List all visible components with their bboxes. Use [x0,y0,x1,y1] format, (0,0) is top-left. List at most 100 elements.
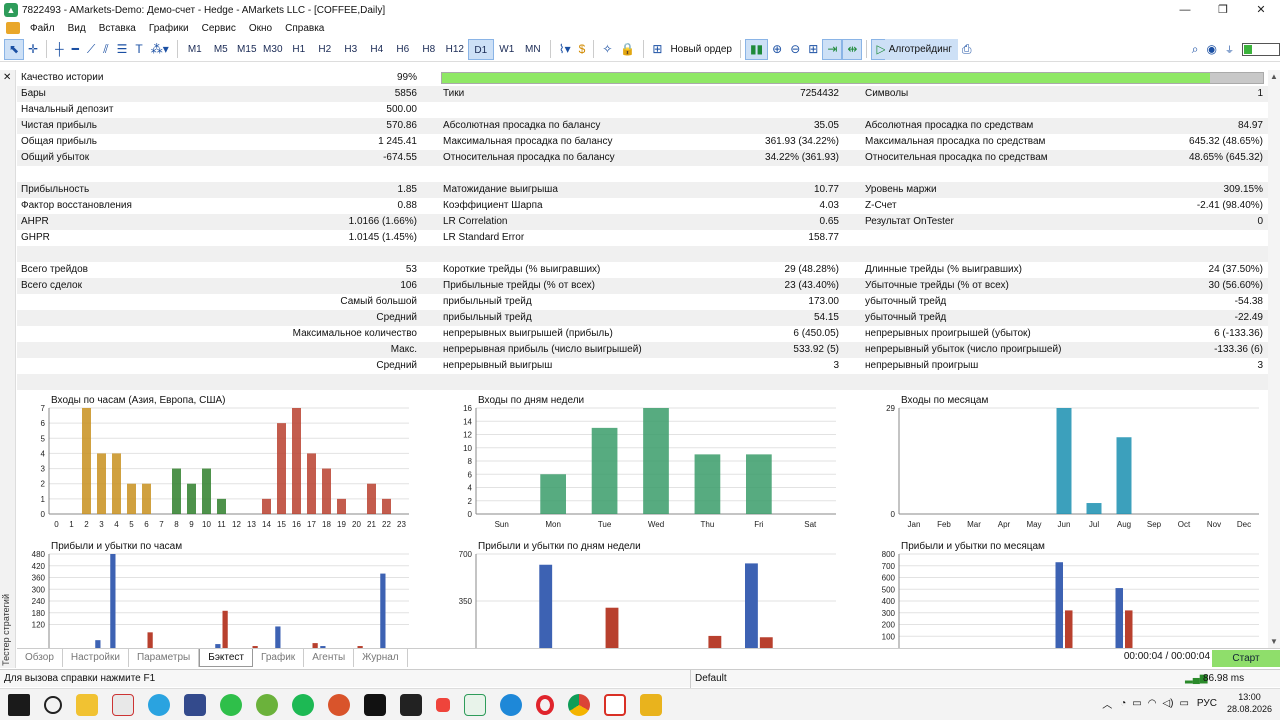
volume-icon[interactable]: ◁) [1162,698,1173,709]
zoom-in-icon[interactable]: ⊕ [768,39,786,60]
search-icon[interactable]: ⌕ [1188,39,1203,60]
file-explorer-icon[interactable] [76,693,98,716]
network-icon[interactable]: ◔ [1120,698,1126,709]
stat-value: 6 (450.05) [793,328,839,339]
cursor-icon[interactable]: ⬉ [4,38,25,60]
algotrading-button[interactable]: Алготрейдинг [884,38,958,60]
telegram-icon[interactable] [148,693,170,716]
x-tick-label: 11 [217,520,226,529]
tf-h1[interactable]: H1 [286,39,312,60]
menu-file[interactable]: Файл [26,23,64,34]
tf-h2[interactable]: H2 [312,39,338,60]
autoscroll-icon[interactable]: ⇥ [822,38,843,60]
bar [1056,408,1072,514]
paint-icon[interactable] [112,693,134,716]
amarkets-terminal-icon[interactable] [464,693,486,716]
text-tool-icon[interactable]: T [131,39,146,60]
tf-h8[interactable]: H8 [416,39,442,60]
menu-tools[interactable]: Сервис [198,23,245,34]
chrome-icon[interactable] [568,693,590,716]
crosshair-icon[interactable]: ✛ [24,39,42,60]
account-icon[interactable]: ◉ [1203,39,1221,60]
tab-overview[interactable]: Обзор [17,649,63,667]
menu-view[interactable]: Вид [64,23,95,34]
tab-agents[interactable]: Агенты [304,649,355,667]
menu-window[interactable]: Окно [245,23,281,34]
monitor-app-icon[interactable] [184,693,206,716]
stat-label: непрерывный убыток (число проигрышей) [865,344,1062,355]
market-icon[interactable]: 🔒 [616,39,639,60]
basketball-app-icon[interactable] [328,693,350,716]
tab-parameters[interactable]: Параметры [129,649,200,667]
tf-h6[interactable]: H6 [390,39,416,60]
tab-graph[interactable]: График [253,649,305,667]
chart-window-icon[interactable] [6,22,20,34]
screenshot-icon[interactable]: ⎙ [958,39,976,60]
tf-d1[interactable]: D1 [467,38,494,60]
x-tick-label: 14 [262,520,271,529]
spotify-icon[interactable] [292,693,314,716]
dollar-icon[interactable]: $ [575,39,590,60]
scroll-up-icon[interactable]: ▲ [1270,72,1278,81]
shapes-icon[interactable]: ⁂▾ [147,39,173,60]
candles-icon[interactable]: ▮▮ [744,38,769,60]
minimize-icon[interactable]: — [1166,0,1204,20]
new-order-icon[interactable]: ⊞ [648,39,666,60]
tf-mn[interactable]: MN [520,39,546,60]
wifi-icon[interactable]: ◠ [1148,698,1157,709]
chart-shift-icon[interactable]: ⇹ [842,38,863,60]
stat-value: 35.05 [813,120,839,131]
tf-m30[interactable]: M30 [260,39,286,60]
document-app-icon[interactable] [640,693,662,716]
edge-icon[interactable] [500,693,522,716]
tab-backtest[interactable]: Бэктест [199,649,254,667]
tf-m1[interactable]: M1 [182,39,208,60]
close-icon[interactable]: ✕ [1242,0,1280,20]
tf-h3[interactable]: H3 [338,39,364,60]
close-panel-icon[interactable]: ✕ [3,72,11,83]
equidistant-channel-icon[interactable]: ⫽ [99,39,112,60]
tradingview-icon[interactable] [364,693,386,716]
tf-m5[interactable]: M5 [208,39,234,60]
x-tick-label: Nov [1207,520,1221,529]
zoom-out-icon[interactable]: ⊖ [786,39,804,60]
tab-journal[interactable]: Журнал [354,649,408,667]
battery-icon[interactable]: ▭ [1179,698,1188,709]
windows-start-icon[interactable] [8,693,30,716]
language-indicator[interactable]: РУС [1197,698,1217,709]
tab-settings[interactable]: Настройки [63,649,129,667]
tf-m15[interactable]: M15 [234,39,260,60]
opera-icon[interactable] [536,694,554,715]
clock[interactable]: 13:00 28.08.2026 [1227,691,1272,715]
tile-windows-icon[interactable]: ⊞ [804,39,822,60]
scroll-down-icon[interactable]: ▼ [1270,637,1278,646]
tf-w1[interactable]: W1 [494,39,520,60]
signal-level-icon[interactable]: ⏚ [1221,39,1238,60]
chevron-up-icon[interactable]: ︿ [1102,696,1112,711]
vertical-scrollbar[interactable]: ▲ ▼ [1268,70,1280,648]
new-order-button[interactable]: Новый ордер [666,44,736,55]
restore-icon[interactable]: ❐ [1204,0,1242,20]
start-button[interactable]: Старт [1212,650,1280,667]
indicators-icon[interactable]: ⌇▾ [555,39,575,60]
search-icon[interactable] [44,695,62,714]
menu-help[interactable]: Справка [281,23,333,34]
y-tick-label: 29 [886,404,895,413]
fibo-icon[interactable]: ☰ [113,39,132,60]
x-tick-label: 12 [232,520,241,529]
utorrent-icon[interactable] [256,693,278,716]
trendline-icon[interactable]: ⟋ [83,39,99,60]
signals-icon[interactable]: ✧ [598,39,616,60]
gmail-icon[interactable] [604,693,626,716]
app-dark-icon[interactable] [400,693,422,716]
display-icon[interactable]: ▭ [1132,698,1141,709]
menu-insert[interactable]: Вставка [95,23,145,34]
anydesk-icon[interactable] [436,697,450,712]
horizontal-line-icon[interactable]: ━ [68,39,83,60]
menu-charts[interactable]: Графики [145,23,198,34]
tf-h12[interactable]: H12 [442,39,468,60]
history-quality-row: Качество истории 99% [17,70,1268,86]
whatsapp-icon[interactable] [220,693,242,716]
tf-h4[interactable]: H4 [364,39,390,60]
vertical-line-icon[interactable]: ┼ [51,39,68,60]
